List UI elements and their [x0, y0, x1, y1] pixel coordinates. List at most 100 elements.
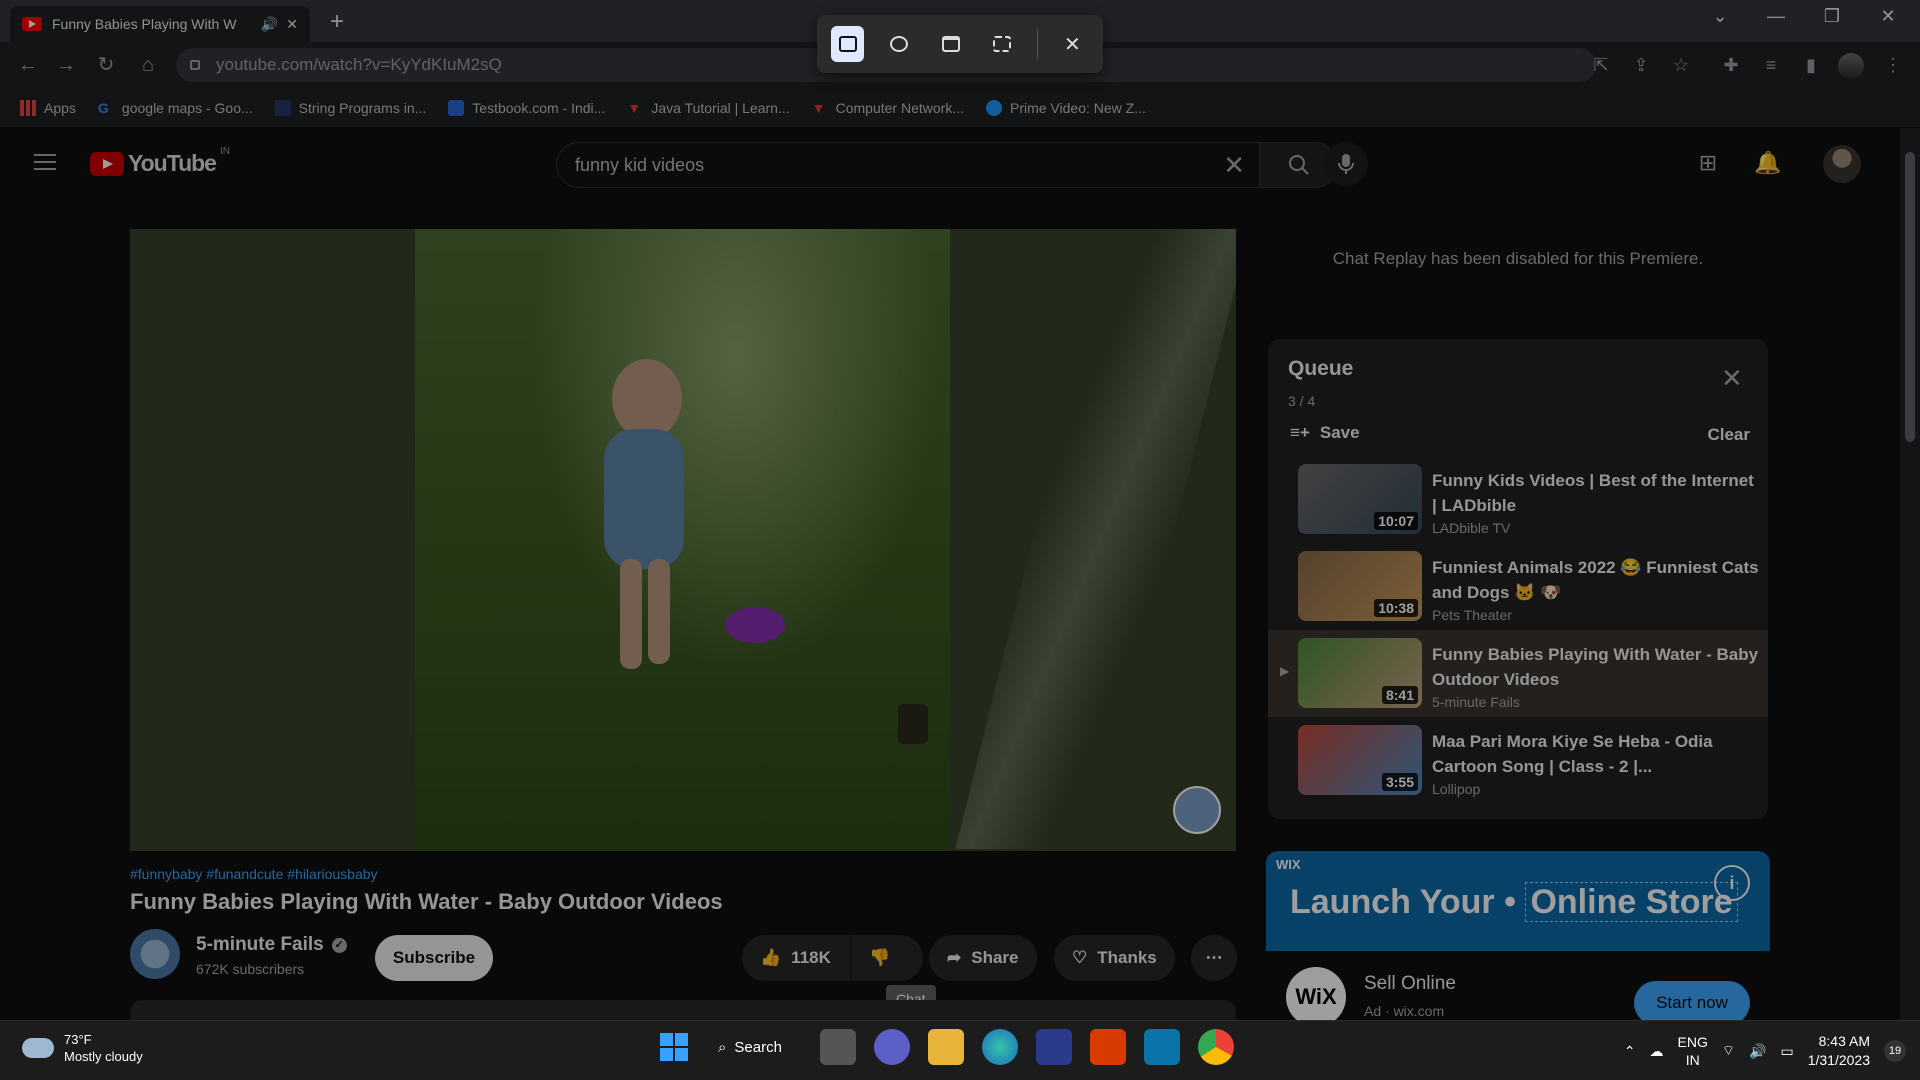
office-icon[interactable]	[1090, 1029, 1126, 1065]
home-icon[interactable]: ⌂	[134, 52, 162, 80]
chrome-menu-icon[interactable]: ⋮	[1880, 53, 1906, 79]
queue-item[interactable]: 10:38 Funniest Animals 2022 😂 Funniest C…	[1268, 543, 1768, 630]
subscribe-button[interactable]: Subscribe	[375, 935, 493, 981]
channel-avatar[interactable]	[130, 929, 180, 979]
forward-arrow-icon[interactable]: →	[52, 52, 80, 80]
description-box[interactable]	[130, 1000, 1236, 1020]
queue-item-title: Maa Pari Mora Kiye Se Heba - Odia Cartoo…	[1432, 732, 1713, 776]
back-arrow-icon[interactable]: ←	[14, 52, 42, 80]
dislike-button[interactable]: 👎	[851, 935, 923, 981]
video-thumbnail: 3:55	[1298, 725, 1422, 795]
ad-brand: WIX	[1276, 857, 1301, 872]
notifications-bell-icon[interactable]: 🔔	[1754, 150, 1782, 178]
advertiser-logo[interactable]: WiX	[1286, 967, 1346, 1020]
bookmark-star-icon[interactable]: ☆	[1668, 53, 1694, 79]
window-snip-button[interactable]	[934, 26, 967, 62]
start-button[interactable]	[656, 1029, 692, 1065]
microphone-icon	[1338, 154, 1354, 174]
more-actions-button[interactable]: ⋯	[1191, 935, 1237, 981]
bookmark-java-tutorial[interactable]: ▼ Java Tutorial | Learn...	[627, 100, 789, 116]
extensions-puzzle-icon[interactable]: ✚	[1718, 53, 1744, 79]
clock[interactable]: 8:43 AM 1/31/2023	[1808, 1032, 1870, 1070]
rectangle-snip-button[interactable]	[831, 26, 865, 62]
language-code: ENG	[1677, 1034, 1708, 1050]
task-view-icon[interactable]	[820, 1029, 856, 1065]
clear-search-icon[interactable]: ✕	[1223, 150, 1245, 181]
onedrive-cloud-icon[interactable]: ☁	[1650, 1043, 1664, 1060]
queue-item[interactable]: 10:07 Funny Kids Videos | Best of the In…	[1268, 456, 1768, 543]
queue-item-title: Funniest Animals 2022 😂 Funniest Cats an…	[1432, 558, 1759, 602]
apps-grid-icon	[20, 99, 36, 116]
start-now-button[interactable]: Start now	[1634, 981, 1750, 1020]
share-page-icon[interactable]: ⇪	[1628, 53, 1654, 79]
clear-queue-button[interactable]: Clear	[1707, 425, 1750, 445]
queue-item-current[interactable]: ▶ 8:41 Funny Babies Playing With Water -…	[1268, 630, 1768, 717]
video-player[interactable]	[130, 229, 1236, 851]
teams-chat-icon[interactable]	[874, 1029, 910, 1065]
reload-icon[interactable]: ↻	[92, 52, 120, 80]
bookmark-testbook[interactable]: Testbook.com - Indi...	[448, 99, 605, 116]
close-window-button[interactable]: ✕	[1868, 6, 1908, 27]
video-hashtags[interactable]: #funnybaby #funandcute #hilariousbaby	[130, 866, 378, 882]
close-snip-button[interactable]: ✕	[1056, 26, 1089, 62]
queue-item[interactable]: 3:55 Maa Pari Mora Kiye Se Heba - Odia C…	[1268, 717, 1768, 804]
tutorialspoint-icon: ▼	[627, 99, 642, 116]
ad-banner[interactable]: WIX Launch Your • Online Store i	[1266, 851, 1770, 951]
share-arrow-icon: ➦	[947, 948, 962, 967]
fullscreen-snip-button[interactable]	[985, 26, 1018, 62]
thanks-button[interactable]: ♡ Thanks	[1054, 935, 1175, 981]
youtube-logo[interactable]: YouTube IN	[90, 146, 230, 177]
account-avatar[interactable]	[1823, 145, 1861, 183]
bookmark-computer-network[interactable]: ▼ Computer Network...	[812, 100, 964, 116]
volume-icon[interactable]: 🔊	[1749, 1043, 1766, 1060]
youtube-favicon-icon	[22, 17, 42, 31]
open-in-app-icon[interactable]: ⇱	[1588, 53, 1614, 79]
bookmark-apps[interactable]: Apps	[20, 99, 76, 116]
save-queue-button[interactable]: ≡+ Save	[1290, 423, 1360, 443]
like-button[interactable]: 👍 118K	[742, 935, 850, 981]
notification-badge[interactable]: 19	[1884, 1040, 1906, 1062]
chrome-icon[interactable]	[1198, 1029, 1234, 1065]
weather-widget[interactable]: 73°F Mostly cloudy	[22, 1031, 143, 1065]
create-video-icon[interactable]: ⊞	[1694, 150, 1722, 178]
tab-search-chevron-icon[interactable]: ⌄	[1700, 6, 1740, 27]
minimize-button[interactable]: —	[1756, 6, 1796, 27]
ad-domain: Ad · wix.com	[1364, 1003, 1445, 1019]
show-hidden-icons-chevron[interactable]: ⌃	[1624, 1043, 1636, 1060]
menu-hamburger-icon[interactable]	[34, 154, 56, 170]
side-panel-icon[interactable]: ▮	[1798, 53, 1824, 79]
close-queue-icon[interactable]: ✕	[1721, 363, 1743, 394]
site-icon	[274, 99, 291, 116]
page-scrollbar[interactable]	[1900, 128, 1920, 1020]
wifi-icon[interactable]: ⌔	[1722, 1042, 1735, 1060]
bookmark-string-programs[interactable]: String Programs in...	[274, 99, 426, 116]
visual-studio-icon[interactable]	[1036, 1029, 1072, 1065]
channel-name[interactable]: 5-minute Fails ✓	[196, 934, 347, 956]
ad-headline-part-1: Launch Your	[1290, 883, 1495, 921]
speaker-mute-icon[interactable]: 🔊	[261, 16, 278, 33]
ad-info-icon[interactable]: i	[1714, 865, 1750, 901]
restore-button[interactable]: ❐	[1812, 6, 1852, 27]
new-tab-button[interactable]: +	[322, 8, 352, 38]
app-icon[interactable]	[1144, 1029, 1180, 1065]
chrome-profile-avatar[interactable]	[1838, 53, 1864, 79]
bookmark-prime-video[interactable]: Prime Video: New Z...	[985, 99, 1146, 116]
file-explorer-icon[interactable]	[928, 1029, 964, 1065]
channel-watermark[interactable]	[1173, 786, 1221, 834]
search-input[interactable]: funny kid videos ✕	[556, 142, 1260, 188]
browser-tab-youtube[interactable]: Funny Babies Playing With W 🔊 ✕	[10, 6, 310, 42]
video-thumbnail: 8:41	[1298, 638, 1422, 708]
share-button[interactable]: ➦ Share	[929, 935, 1037, 981]
taskbar-search-button[interactable]: ⌕ Search	[710, 1029, 802, 1065]
queue-item-title: Funny Kids Videos | Best of the Internet…	[1432, 471, 1754, 515]
close-tab-icon[interactable]: ✕	[286, 16, 298, 33]
voice-search-button[interactable]	[1324, 142, 1368, 186]
language-indicator[interactable]: ENG IN	[1678, 1033, 1708, 1069]
edge-browser-icon[interactable]	[982, 1029, 1018, 1065]
scrollbar-thumb[interactable]	[1905, 152, 1915, 442]
tab-title: Funny Babies Playing With W	[52, 16, 237, 32]
media-control-icon[interactable]: ≡	[1758, 53, 1784, 79]
bookmark-google-maps[interactable]: G google maps - Goo...	[98, 100, 253, 116]
freeform-snip-button[interactable]	[882, 26, 915, 62]
battery-icon[interactable]: ▭	[1780, 1043, 1793, 1060]
